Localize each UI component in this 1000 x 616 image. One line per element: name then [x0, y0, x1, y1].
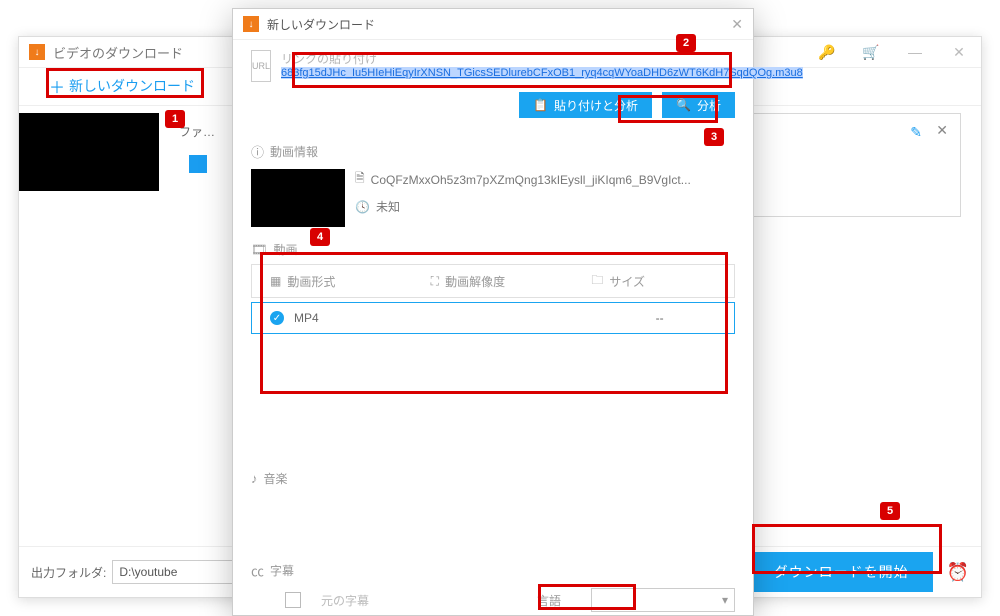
paste-analyze-label: 貼り付けと分析	[554, 97, 638, 114]
new-download-dialog: ↓ 新しいダウンロード ✕ URL リンクの貼り付け 683fg15dJHc_I…	[232, 8, 754, 616]
video-icon: 🎞	[251, 242, 268, 258]
language-dropdown[interactable]: ▾	[591, 588, 735, 612]
format-list-area	[251, 336, 735, 456]
minimize-button[interactable]: —	[903, 44, 927, 61]
plus-icon: ＋	[49, 74, 65, 98]
folder-icon: 🗀	[591, 271, 603, 292]
paste-icon: 📋	[533, 98, 548, 112]
duration-label: 未知	[376, 198, 400, 215]
music-list-area	[251, 487, 735, 547]
original-subtitle-checkbox[interactable]	[285, 592, 301, 608]
start-download-button[interactable]: ダウンロードを開始	[750, 552, 933, 592]
output-folder-label: 出力フォルダ:	[31, 564, 106, 581]
key-icon[interactable]: 🔑	[815, 44, 839, 61]
music-icon: ♪	[251, 471, 258, 486]
format-value: MP4	[294, 311, 319, 325]
info-thumbnail	[251, 169, 345, 227]
alarm-icon[interactable]: ⏰	[947, 562, 969, 583]
video-thumbnail[interactable]	[19, 113, 159, 191]
dialog-logo-icon: ↓	[243, 16, 259, 32]
film-icon: ▦	[270, 274, 281, 288]
url-placeholder: リンクの貼り付け	[281, 50, 803, 67]
chevron-down-icon: ▾	[722, 593, 728, 607]
subtitle-row: 元の字幕 言語 ▾	[251, 588, 735, 612]
cart-icon[interactable]: 🛒	[859, 44, 883, 61]
new-download-button[interactable]: ＋ 新しいダウンロード	[49, 74, 195, 98]
size-value: --	[656, 311, 664, 325]
analyze-button[interactable]: 🔍 分析	[662, 92, 735, 118]
mp4-badge-icon	[189, 155, 207, 173]
col-resolution: 動画解像度	[445, 273, 505, 290]
analyze-label: 分析	[697, 97, 721, 114]
start-download-label: ダウンロードを開始	[774, 562, 909, 582]
video-info-block: 🗎 CoQFzMxxOh5z3m7pXZmQng13kIEysll_jiKIqm6…	[251, 169, 735, 227]
close-button[interactable]: ✕	[947, 44, 971, 61]
format-row[interactable]: ✓ MP4 --	[251, 302, 735, 334]
url-value: 683fg15dJHc_Iu5HIeHiEqyIrXNSN_TGicsSEDlu…	[281, 67, 803, 79]
main-title: ビデオのダウンロード	[53, 43, 183, 62]
check-icon: ✓	[270, 311, 284, 325]
col-size: サイズ	[609, 273, 645, 290]
dialog-title: 新しいダウンロード	[267, 16, 375, 33]
original-subtitle-label: 元の字幕	[321, 592, 369, 609]
output-folder-input[interactable]	[112, 560, 246, 584]
url-input-row: URL リンクの貼り付け 683fg15dJHc_Iu5HIeHiEqyIrXN…	[251, 50, 735, 82]
search-icon: 🔍	[676, 98, 691, 112]
video-section-header: 🎞 動画	[251, 241, 735, 258]
file-label: ファ…	[179, 123, 215, 140]
subtitle-section-header: ㏄ 字幕	[251, 561, 735, 580]
edit-icon[interactable]: ✎	[910, 124, 922, 141]
app-logo-icon: ↓	[29, 44, 45, 60]
music-section-header: ♪ 音楽	[251, 470, 735, 487]
clear-icon[interactable]: ✕	[936, 122, 948, 139]
cc-icon: ㏄	[251, 561, 264, 580]
video-title: CoQFzMxxOh5z3m7pXZmQng13kIEysll_jiKIqm6_…	[371, 173, 691, 187]
file-icon: 🗎	[355, 169, 365, 190]
format-table-header: ▦ 動画形式 ⛶ 動画解像度 🗀 サイズ	[251, 264, 735, 298]
dialog-close-button[interactable]: ✕	[731, 16, 743, 33]
url-icon: URL	[251, 50, 271, 82]
new-download-label: 新しいダウンロード	[69, 76, 195, 96]
resolution-icon: ⛶	[431, 274, 439, 289]
col-format: 動画形式	[287, 273, 335, 290]
paste-analyze-button[interactable]: 📋 貼り付けと分析	[519, 92, 652, 118]
url-field[interactable]: リンクの貼り付け 683fg15dJHc_Iu5HIeHiEqyIrXNSN_T…	[281, 50, 803, 79]
info-icon: ⓘ	[251, 142, 264, 161]
language-label: 言語	[537, 592, 561, 609]
video-info-header: ⓘ 動画情報	[251, 142, 735, 161]
dialog-titlebar: ↓ 新しいダウンロード ✕	[233, 9, 753, 40]
clock-icon: 🕓	[355, 200, 370, 214]
